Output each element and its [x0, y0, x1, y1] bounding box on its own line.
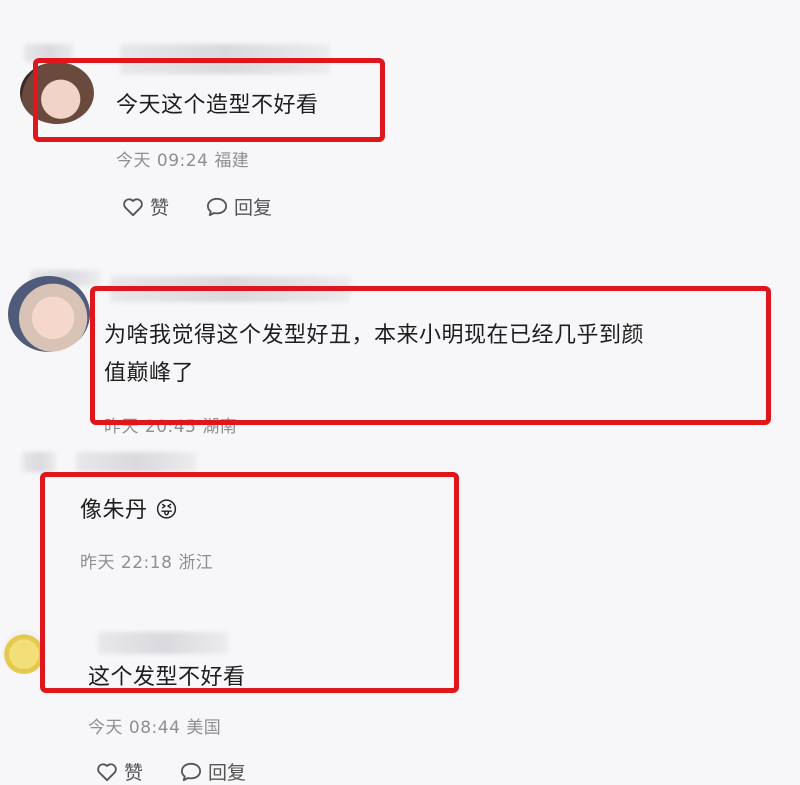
- comment-meta: 今天 08:44 美国: [88, 713, 221, 738]
- comment-meta: 今天 09:24 福建: [116, 146, 249, 171]
- like-button[interactable]: 赞: [122, 193, 169, 220]
- comment-time: 今天 08:44: [88, 718, 181, 738]
- highlight-box: [40, 472, 459, 693]
- comment-bubble-icon: [180, 762, 202, 782]
- comment-time: 今天 09:24: [116, 151, 209, 171]
- comment-location: 美国: [186, 718, 222, 738]
- like-button[interactable]: 赞: [96, 758, 143, 785]
- comment-bubble-icon: [206, 197, 228, 217]
- reply-button[interactable]: 回复: [206, 193, 272, 220]
- avatar[interactable]: [8, 276, 90, 352]
- reply-label: 回复: [234, 197, 273, 219]
- reply-label: 回复: [208, 762, 247, 784]
- username-blurred: [22, 452, 56, 472]
- like-label: 赞: [150, 197, 170, 219]
- reply-button[interactable]: 回复: [180, 758, 246, 785]
- highlight-box: [90, 286, 771, 425]
- comment-location: 福建: [214, 151, 250, 171]
- heart-outline-icon: [122, 197, 144, 217]
- like-label: 赞: [124, 762, 144, 784]
- heart-outline-icon: [96, 762, 118, 782]
- highlight-box: [33, 58, 385, 142]
- username-blurred: [76, 452, 196, 472]
